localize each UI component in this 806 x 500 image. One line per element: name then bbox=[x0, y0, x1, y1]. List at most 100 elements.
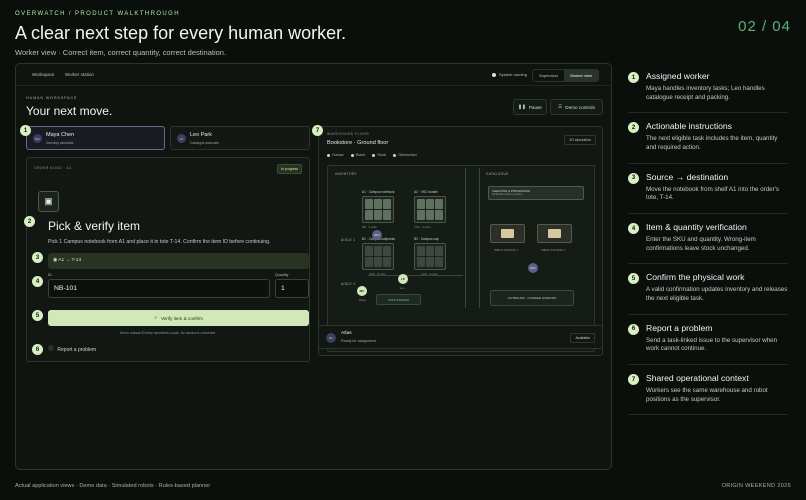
quantity-label: Quantity bbox=[275, 273, 289, 277]
crate-label: INBOX STAGING 2 bbox=[541, 248, 566, 252]
page-subtitle: Worker view · Correct item, correct quan… bbox=[15, 48, 227, 57]
robot-status: Ready for assignment bbox=[341, 339, 376, 343]
inbox-crate-1[interactable] bbox=[490, 224, 525, 243]
step-list: 1 Assigned worker Maya handles inventory… bbox=[628, 71, 788, 423]
zone-catalogue: CATALOGUE bbox=[486, 172, 509, 176]
shelf-sub: CAP · 3 units bbox=[421, 272, 438, 276]
callout-2: 2 bbox=[24, 216, 35, 227]
callout-1: 1 bbox=[20, 125, 31, 136]
legend-human: Human bbox=[327, 153, 344, 157]
alert-icon bbox=[48, 345, 54, 351]
tab-worker-station[interactable]: Worker station bbox=[59, 71, 100, 78]
step-title: Confirm the physical work bbox=[646, 272, 745, 283]
inbox-crate-2[interactable] bbox=[537, 224, 572, 243]
robot-name: Atlas bbox=[341, 331, 352, 336]
worker-name: Leo Park bbox=[190, 132, 213, 138]
zone-aisle-2: AISLE 2 bbox=[341, 282, 356, 286]
app-topbar: Workspace Worker station System running … bbox=[16, 64, 611, 86]
legend-obstruction: Obstruction bbox=[393, 153, 417, 157]
worker-role: Inventory associate bbox=[46, 141, 74, 145]
page-title: A clear next step for every human worker… bbox=[15, 23, 347, 43]
quantity-input[interactable]: 1 bbox=[275, 279, 309, 298]
step-description: Send a task-linked issue to the supervis… bbox=[646, 336, 778, 353]
step-number: 2 bbox=[628, 122, 639, 134]
zone-aisle-1: AISLE 1 bbox=[341, 238, 356, 242]
pause-label: Pause bbox=[528, 104, 542, 110]
checking-station[interactable]: CHECKING & PROCESSING Verification befor… bbox=[488, 186, 584, 200]
human-marker[interactable]: MC bbox=[357, 286, 367, 296]
step-number: 7 bbox=[628, 374, 639, 386]
status-badge: In progress bbox=[277, 164, 302, 174]
step-item: 5 Confirm the physical work A valid conf… bbox=[628, 272, 788, 315]
shelf-a1[interactable] bbox=[362, 196, 394, 223]
shelf-sub: PEN · 9 units bbox=[369, 272, 386, 276]
shelf-label: A1 · Campus notebook bbox=[362, 190, 395, 194]
verify-label: Verify item & confirm bbox=[160, 315, 203, 321]
scan-icon: ▣ bbox=[38, 191, 59, 212]
availability-badge: Available bbox=[570, 333, 595, 343]
route-text: A1 → T-14 bbox=[58, 258, 82, 263]
demo-controls-button[interactable]: ☰ Demo controls bbox=[550, 99, 603, 115]
shelf-a2[interactable] bbox=[414, 196, 446, 223]
avatar: MC bbox=[33, 134, 42, 143]
shelf-sub: NB · 4 units bbox=[362, 225, 377, 229]
shelf-label: B2 · Campus cap bbox=[414, 237, 439, 241]
view-supervisor[interactable]: Supervisor bbox=[533, 70, 564, 81]
legend-robot: Robot bbox=[350, 153, 365, 157]
tab-workspace[interactable]: Workspace bbox=[26, 71, 60, 78]
slide-counter: 02 / 04 bbox=[738, 18, 791, 35]
step-number: 3 bbox=[628, 172, 639, 184]
avatar: LP bbox=[177, 134, 186, 143]
system-status: System running bbox=[492, 72, 527, 77]
footer-event: ORIGIN WEEKEND 2026 bbox=[721, 483, 791, 489]
worker-name: Maya Chen bbox=[46, 132, 75, 138]
callout-6: 6 bbox=[32, 344, 43, 355]
step-item: 7 Shared operational context Workers see… bbox=[628, 373, 788, 416]
step-number: 5 bbox=[628, 273, 639, 285]
view-worker[interactable]: Worker view bbox=[564, 70, 599, 81]
zone-divider bbox=[465, 168, 466, 308]
human-marker[interactable]: LP bbox=[398, 274, 408, 284]
id-label: ID bbox=[48, 273, 52, 277]
tote-staging[interactable]: TOTE STAGING bbox=[376, 294, 421, 305]
check-icon: ✓ bbox=[154, 315, 158, 320]
floor-title: Bookstore · Ground floor bbox=[327, 140, 389, 146]
station-subtitle: Verification before packing bbox=[492, 193, 523, 196]
human-marker-label: Maya bbox=[359, 298, 366, 302]
shelf-label: A2 · VSC bundle bbox=[414, 190, 438, 194]
step-number: 1 bbox=[628, 72, 639, 83]
robot-card[interactable]: R1 Atlas Ready for assignment Available bbox=[318, 325, 603, 349]
outbound-zone[interactable]: OUTBOUND · CARRIER HANDOFF bbox=[490, 290, 574, 306]
simulation-badge[interactable]: 2D simulation bbox=[564, 135, 596, 145]
step-item: 6 Report a problem Send a task-linked is… bbox=[628, 323, 788, 366]
legend-stock: Stock bbox=[372, 153, 386, 157]
app-frame: Workspace Worker station System running … bbox=[15, 63, 612, 470]
callout-5: 5 bbox=[32, 310, 43, 321]
worker-card-maya[interactable]: MC Maya Chen Inventory associate bbox=[26, 126, 165, 150]
robot-marker[interactable]: R02 bbox=[528, 263, 538, 273]
pause-button[interactable]: ❚❚ Pause bbox=[513, 99, 547, 115]
warehouse-floor: WAREHOUSE FLOOR Bookstore · Ground floor… bbox=[318, 126, 603, 356]
shelf-b2[interactable] bbox=[414, 243, 446, 270]
worker-card-leo[interactable]: LP Leo Park Catalogue associate bbox=[170, 126, 310, 150]
step-title: Source → destination bbox=[646, 171, 729, 182]
zone-divider bbox=[479, 168, 480, 308]
robot-marker[interactable]: R01 bbox=[372, 230, 382, 240]
shelf-sub: VSC · 4 units bbox=[414, 225, 431, 229]
step-title: Shared operational context bbox=[646, 373, 749, 384]
crate-label: INBOX STAGING 1 bbox=[494, 248, 519, 252]
step-title: Item & quantity verification bbox=[646, 222, 747, 233]
worker-role: Catalogue associate bbox=[190, 141, 219, 145]
shelf-b1[interactable] bbox=[362, 243, 394, 270]
item-id-input[interactable]: NB-101 bbox=[48, 279, 270, 298]
step-item: 3 Source → destination Move the notebook… bbox=[628, 171, 788, 215]
step-title: Actionable instructions bbox=[646, 121, 732, 132]
floor-map: INVENTORY CATALOGUE AISLE 1 AISLE 2 A1 ·… bbox=[327, 165, 595, 352]
status-dot-icon bbox=[492, 72, 496, 77]
step-title: Assigned worker bbox=[646, 71, 710, 81]
order-id: ORDER #1042 · A1 bbox=[34, 166, 72, 170]
verify-button[interactable]: ✓ Verify item & confirm bbox=[48, 310, 309, 326]
step-description: Enter the SKU and quantity. Wrong-item c… bbox=[646, 236, 756, 252]
floor-legend: Human Robot Stock Obstruction bbox=[327, 153, 417, 157]
report-problem-link[interactable]: Report a problem bbox=[48, 345, 96, 353]
